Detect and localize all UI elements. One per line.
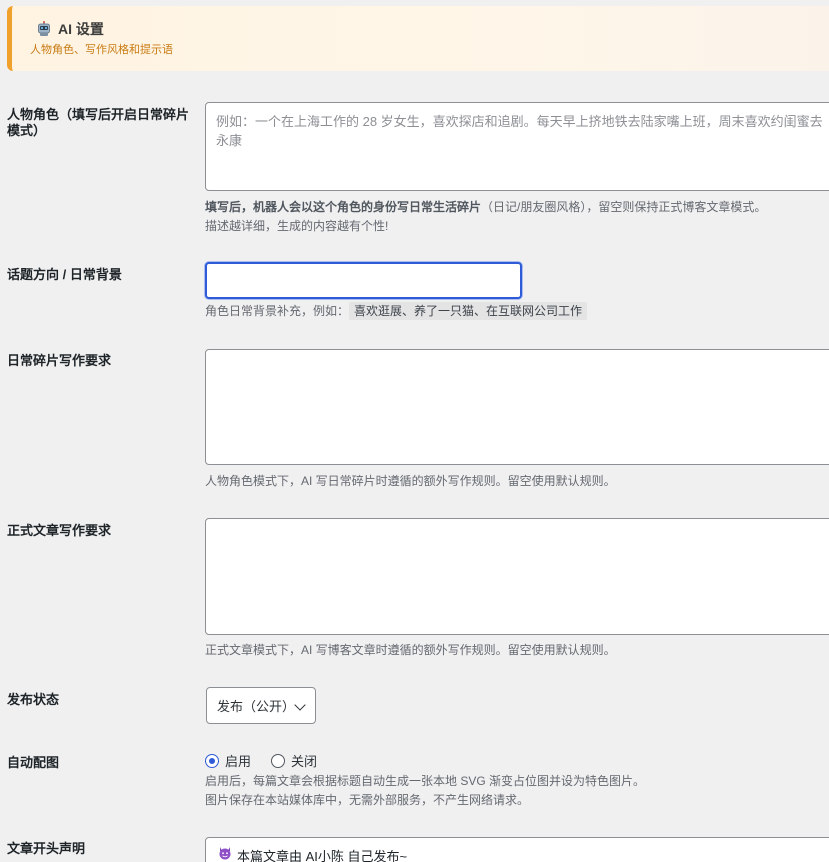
- auto-image-desc-line2: 图片保存在本站媒体库中，无需外部服务，不产生网络请求。: [205, 793, 530, 807]
- chevron-down-icon: [294, 699, 306, 711]
- auto-image-disable-radio[interactable]: [271, 753, 286, 768]
- section-title-text: AI 设置: [58, 21, 104, 37]
- statement-text: 本篇文章由 AI小陈 自己发布~: [237, 849, 408, 862]
- devil-emoji-icon: [218, 846, 232, 862]
- daily-rules-label: 日常碎片写作要求: [7, 353, 112, 368]
- section-header: AI 设置 人物角色、写作风格和提示语: [7, 6, 829, 71]
- topic-label: 话题方向 / 日常背景: [7, 267, 122, 282]
- topic-description: 角色日常背景补充，例如： 喜欢逛展、养了一只猫、在互联网公司工作: [205, 302, 588, 321]
- persona-desc-line2: 描述越详细，生成的内容越有个性!: [205, 219, 389, 233]
- persona-description: 填写后，机器人会以这个角色的身份写日常生活碎片（日记/朋友圈风格），留空则保持正…: [205, 198, 766, 217]
- formal-rules-textarea[interactable]: [205, 518, 829, 635]
- auto-image-enable-radio[interactable]: [205, 753, 219, 768]
- robot-icon: [36, 21, 52, 37]
- topic-desc-example: 喜欢逛展、养了一只猫、在互联网公司工作: [349, 302, 588, 320]
- persona-desc-rest: （日记/朋友圈风格），留空则保持正式博客文章模式。: [481, 200, 767, 214]
- publish-status-label: 发布状态: [7, 692, 60, 707]
- formal-rules-label: 正式文章写作要求: [7, 523, 112, 538]
- topic-input[interactable]: [205, 262, 522, 299]
- daily-rules-textarea[interactable]: [205, 349, 829, 465]
- topic-desc-prefix: 角色日常背景补充，例如：: [205, 304, 350, 318]
- section-subtitle: 人物角色、写作风格和提示语: [30, 44, 173, 56]
- auto-image-disable-label[interactable]: 关闭: [291, 751, 317, 770]
- auto-image-enable-label[interactable]: 启用: [225, 751, 251, 770]
- auto-image-radio-group: 启用 关闭: [205, 751, 337, 770]
- daily-rules-description: 人物角色模式下，AI 写日常碎片时遵循的额外写作规则。留空使用默认规则。: [205, 474, 616, 488]
- section-title: AI 设置: [36, 19, 104, 39]
- auto-image-desc-line1: 启用后，每篇文章会根据标题自动生成一张本地 SVG 渐变占位图并设为特色图片。: [205, 774, 646, 788]
- persona-textarea[interactable]: [205, 102, 829, 191]
- persona-desc-strong: 填写后，机器人会以这个角色的身份写日常生活碎片: [205, 200, 482, 214]
- publish-status-value: 发布（公开）: [217, 699, 296, 714]
- publish-status-select[interactable]: 发布（公开）: [206, 687, 316, 724]
- formal-rules-description: 正式文章模式下，AI 写博客文章时遵循的额外写作规则。留空使用默认规则。: [205, 643, 616, 657]
- ai-settings-page: AI 设置 人物角色、写作风格和提示语 人物角色（填写后开启日常碎片模式） 填写…: [0, 0, 829, 862]
- statement-input[interactable]: 本篇文章由 AI小陈 自己发布~: [205, 837, 829, 862]
- auto-image-label: 自动配图: [7, 755, 60, 770]
- persona-label: 人物角色（填写后开启日常碎片模式）: [7, 107, 190, 138]
- statement-label: 文章开头声明: [7, 841, 86, 856]
